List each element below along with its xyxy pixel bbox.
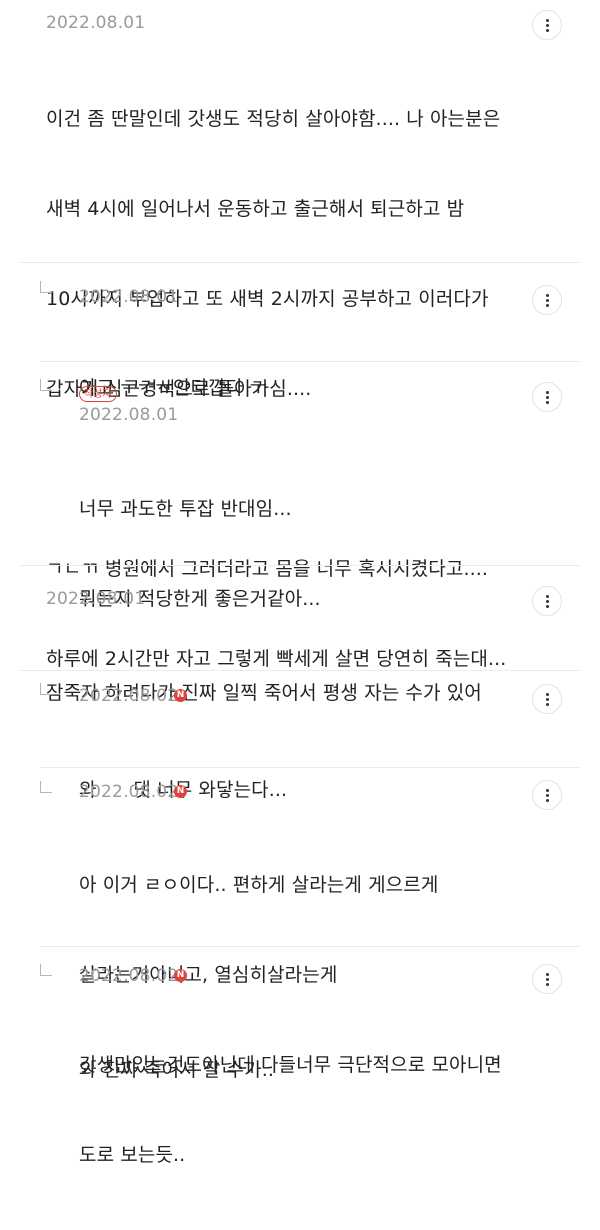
comment-date: 2022.08.02: [79, 782, 179, 802]
reply-arrow-icon: [40, 281, 52, 293]
comment-item: 2022.08.01 이건 좀 딴말인데 갓생도 적당히 살아야함.... 나 …: [0, 0, 600, 670]
more-options-button[interactable]: [532, 780, 562, 810]
comment-text: 와 진짜 죽어서 잘 수가..: [79, 1059, 275, 1081]
comment-date: 2022.08.01: [46, 589, 146, 609]
more-options-button[interactable]: [532, 285, 562, 315]
reply-item: 2022.08.01 아고 ㅜㅜㅠ안타깝다 ㅜ: [0, 263, 600, 399]
new-badge: N: [174, 969, 187, 982]
comment-item: 2022.08.01 잠죽자 하려다가 진짜 일찍 죽어서 평생 자는 수가 있…: [0, 566, 600, 704]
dot-icon: [545, 18, 549, 22]
more-options-button[interactable]: [532, 684, 562, 714]
reply-arrow-icon: [40, 964, 52, 976]
new-badge: N: [174, 785, 187, 798]
reply-arrow-icon: [40, 683, 52, 695]
comment-date: 2022.08.01: [79, 287, 179, 307]
reply-item: 2022.08.02 N 와 댓 너무 와닿는다...: [0, 671, 600, 801]
more-options-button[interactable]: [532, 10, 562, 40]
comment-date: 2022.08.01: [46, 13, 146, 33]
reply-item: 2022.08.02 N 아 이거 ㄹㅇ이다.. 편하게 살라는게 게으르게 살…: [0, 768, 600, 1166]
comment-date: 2022.08.02: [79, 686, 179, 706]
author-badge: 작성자: [79, 386, 117, 402]
reply-item: 2022.08.02 N 와 진짜 죽어서 잘 수가..: [0, 947, 600, 1081]
new-badge: N: [174, 689, 187, 702]
reply-arrow-icon: [40, 379, 52, 391]
more-options-button[interactable]: [532, 586, 562, 616]
more-options-button[interactable]: [532, 382, 562, 412]
comment-date: 2022.08.02: [79, 966, 179, 986]
reply-item: 작성자 2022.08.01 너무 과도한 투잡 반대임... 뭐든지 적당한게…: [0, 362, 600, 610]
comment-date: 2022.08.01: [79, 405, 179, 425]
reply-arrow-icon: [40, 781, 52, 793]
more-options-button[interactable]: [532, 964, 562, 994]
